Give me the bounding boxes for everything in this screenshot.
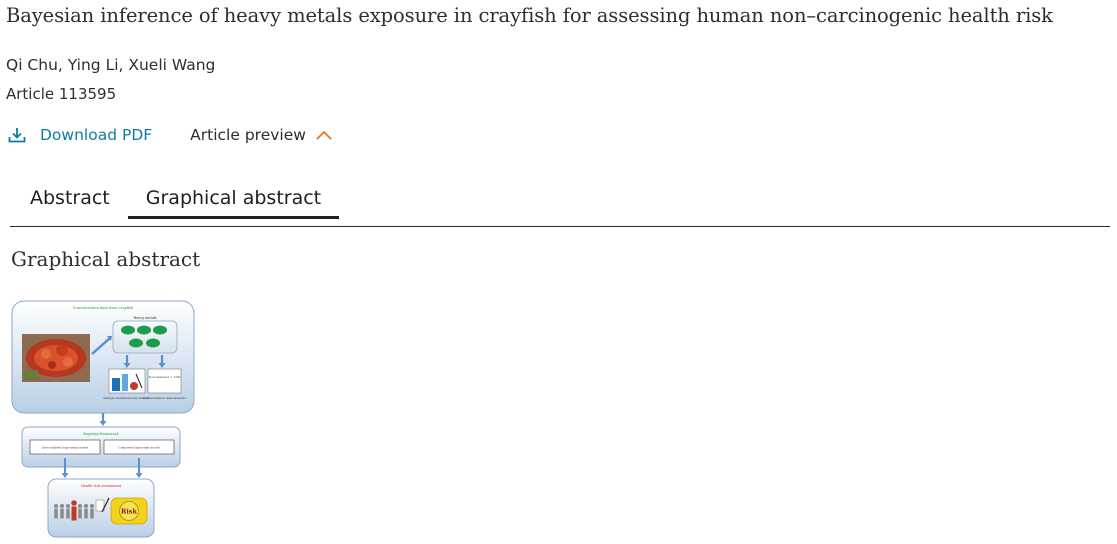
- article-preview-toggle[interactable]: Article preview: [190, 126, 333, 144]
- ga-heavy-metals-label: Heavy metals: [133, 316, 157, 320]
- ga-risk-label: Risk: [121, 508, 138, 516]
- chevron-up-icon: [316, 130, 332, 140]
- article-number: Article 113595: [6, 85, 117, 103]
- ga-concentration-label: Concentration data analysis: [143, 396, 186, 400]
- ga-middle-title: Bayesian framework: [83, 432, 119, 436]
- graphical-abstract-image: Concentration data from crayfish Heavy m…: [11, 300, 195, 538]
- ga-model-right: Censored lognormal model: [118, 446, 159, 450]
- tab-abstract[interactable]: Abstract: [12, 183, 128, 219]
- tab-graphical-abstract[interactable]: Graphical abstract: [127, 183, 340, 219]
- ga-bottom-title: Health risk assessment: [81, 484, 122, 488]
- graphical-abstract-figure[interactable]: Concentration data from crayfish Heavy m…: [10, 298, 196, 540]
- download-pdf-link[interactable]: Download PDF: [8, 126, 152, 144]
- ga-top-title: Concentration data from crayfish: [73, 306, 134, 310]
- ga-model-left: Zero-inflated lognormal model: [42, 446, 88, 450]
- download-icon: [8, 128, 26, 143]
- article-preview-label: Article preview: [190, 126, 306, 144]
- tab-divider: [10, 226, 1110, 227]
- download-pdf-label: Download PDF: [40, 126, 153, 144]
- article-title[interactable]: Bayesian inference of heavy metals expos…: [6, 4, 1114, 27]
- section-heading: Graphical abstract: [11, 247, 201, 271]
- article-tabs: Abstract Graphical abstract: [12, 183, 340, 219]
- article-authors: Qi Chu, Ying Li, Xueli Wang: [6, 56, 216, 74]
- ga-non-detected: Non-detected < LOD: [149, 375, 182, 379]
- article-actions: Download PDF Article preview: [8, 126, 333, 144]
